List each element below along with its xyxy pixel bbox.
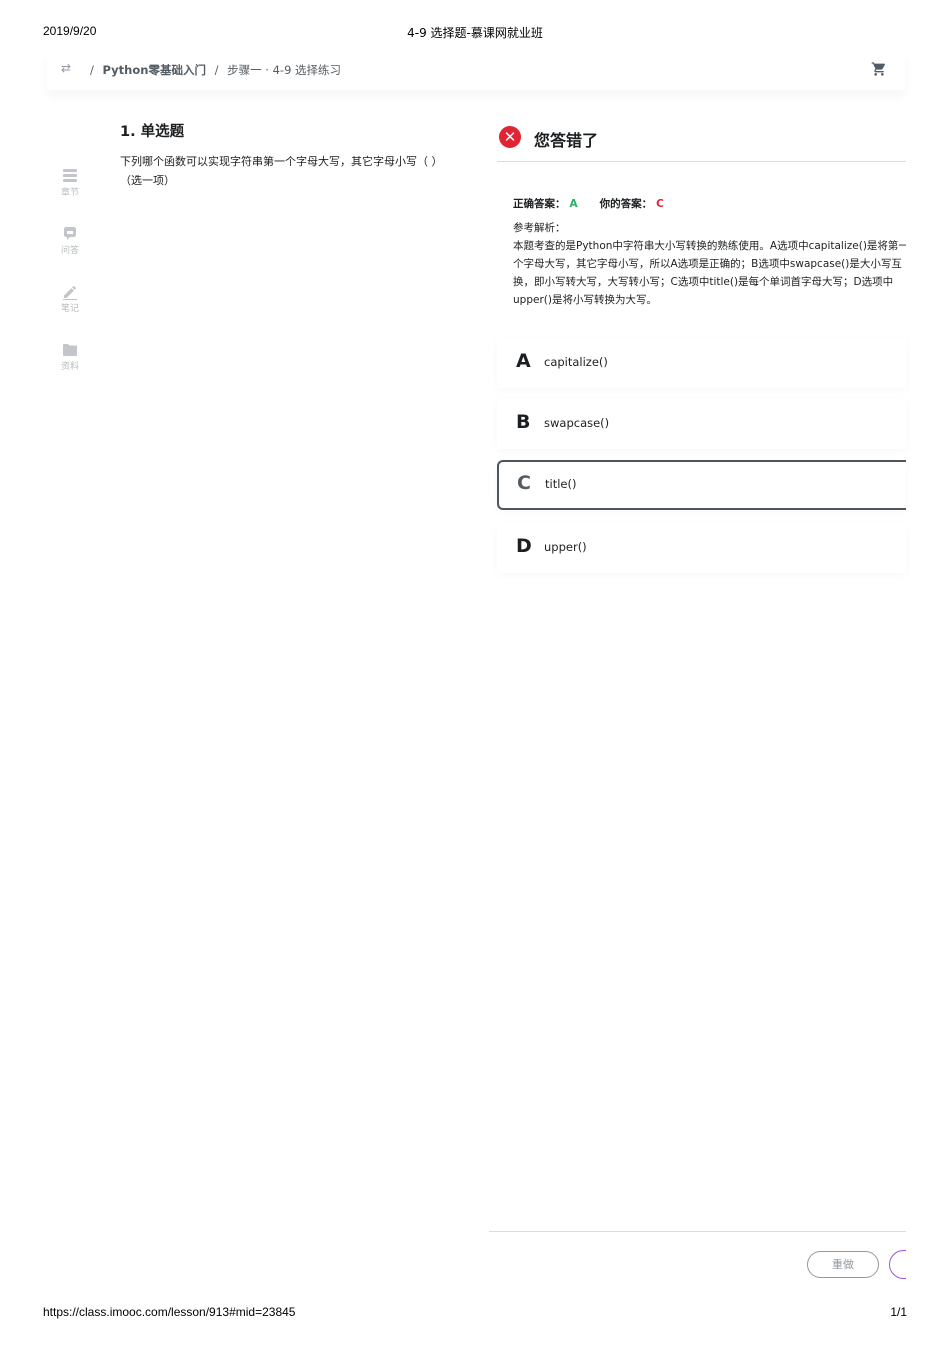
- option-b[interactable]: B swapcase(): [497, 399, 906, 449]
- breadcrumb-current: 步骤一 · 4-9 选择练习: [227, 63, 342, 77]
- cart-icon[interactable]: [871, 61, 887, 77]
- option-text: upper(): [544, 540, 587, 554]
- sidebar-item-qa[interactable]: 问答: [55, 226, 85, 256]
- analysis-label: 参考解析：: [513, 222, 566, 234]
- result-title: 您答错了: [534, 131, 599, 150]
- sidebar-item-chapter[interactable]: 章节: [55, 168, 85, 198]
- question-text: 下列哪个函数可以实现字符串第一个字母大写，其它字母小写（ ）（选一项）: [120, 155, 437, 187]
- sidebar-item-label: 问答: [60, 246, 79, 256]
- answer-summary: 正确答案： A 你的答案： C: [513, 196, 664, 211]
- folder-icon: [63, 344, 77, 356]
- print-title: 4-9 选择题-慕课网就业班: [407, 26, 543, 40]
- breadcrumb-separator: /: [214, 63, 219, 77]
- analysis-box: 本题考查的是Python中字符串大小写转换的熟练使用。A选项中capitaliz…: [513, 237, 906, 309]
- breadcrumb-separator: /: [90, 63, 94, 77]
- wrong-icon: ✕: [499, 126, 521, 148]
- your-answer-value: C: [656, 198, 664, 210]
- option-letter: C: [517, 472, 531, 494]
- option-c[interactable]: C title(): [497, 460, 906, 510]
- option-text: title(): [545, 477, 577, 491]
- correct-answer-label: 正确答案：: [513, 198, 566, 210]
- analysis-text: 本题考查的是Python中字符串大小写转换的熟练使用。A选项中capitaliz…: [513, 240, 906, 306]
- option-letter: B: [516, 411, 531, 433]
- breadcrumb-course[interactable]: Python零基础入门: [103, 63, 206, 77]
- option-letter: D: [516, 535, 532, 557]
- sidebar-item-label: 笔记: [60, 304, 79, 314]
- qa-icon: [64, 227, 76, 240]
- breadcrumb: / Python零基础入门 / 步骤一 · 4-9 选择练习: [85, 62, 341, 78]
- option-a[interactable]: A capitalize(): [497, 338, 906, 388]
- top-bar: ⇄ / Python零基础入门 / 步骤一 · 4-9 选择练习: [47, 52, 905, 90]
- chapter-icon: [63, 169, 77, 182]
- correct-answer-value: A: [569, 198, 578, 210]
- option-text: capitalize(): [544, 355, 608, 369]
- your-answer-label: 你的答案：: [599, 198, 653, 210]
- note-icon: [63, 285, 77, 300]
- print-url: https://class.imooc.com/lesson/913#mid=2…: [43, 1305, 296, 1319]
- next-button-shape: [889, 1250, 906, 1279]
- sidebar-item-label: 章节: [60, 188, 79, 198]
- option-text: swapcase(): [544, 416, 610, 430]
- divider: [497, 161, 906, 162]
- question-title: 1. 单选题: [120, 124, 185, 140]
- redo-button[interactable]: 重做: [807, 1251, 879, 1278]
- next-button[interactable]: [889, 1250, 906, 1280]
- divider: [489, 1231, 906, 1232]
- sidebar-item-note[interactable]: 笔记: [55, 284, 85, 314]
- switch-icon[interactable]: ⇄: [61, 61, 71, 75]
- option-d[interactable]: D upper(): [497, 523, 906, 573]
- option-letter: A: [516, 350, 531, 372]
- sidebar-item-label: 资料: [60, 362, 79, 372]
- sidebar-item-material[interactable]: 资料: [55, 342, 85, 372]
- print-page-number: 1/1: [890, 1305, 907, 1319]
